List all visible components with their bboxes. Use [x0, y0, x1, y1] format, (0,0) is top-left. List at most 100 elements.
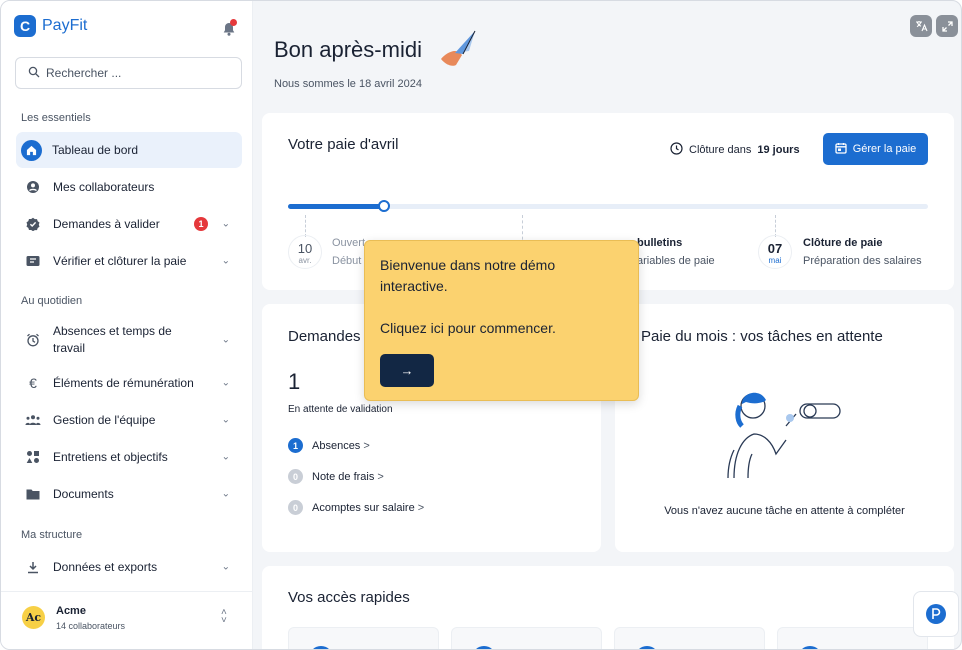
search-input[interactable]: Rechercher ...: [15, 57, 242, 89]
sidebar-item-exports[interactable]: Données et exports ⌄: [16, 549, 242, 585]
notifications-bell-icon[interactable]: [221, 19, 237, 37]
team-icon: [23, 410, 43, 430]
manage-payroll-button[interactable]: Gérer la paie: [823, 133, 928, 165]
request-label: Note de frais: [312, 470, 375, 483]
chevron-right-icon: >: [363, 439, 370, 452]
account-name: Acme: [56, 605, 86, 617]
request-row-absences[interactable]: 1 Absences >: [288, 438, 370, 453]
step-sub-close: Préparation des salaires: [803, 255, 922, 267]
quick-access-tile[interactable]: [451, 627, 602, 649]
sidebar-item-absences[interactable]: Absences et temps de travail ⌄: [16, 321, 242, 359]
chevron-down-icon[interactable]: ⌄: [222, 452, 230, 463]
sidebar-item-label: Vérifier et clôturer la paie: [53, 253, 187, 268]
empty-tasks-message: Vous n'avez aucune tâche en attente à co…: [664, 505, 905, 517]
brand[interactable]: C PayFit: [14, 15, 87, 37]
tooltip-line-3: Cliquez ici pour commencer.: [380, 320, 556, 336]
closing-prefix: Clôture dans: [689, 144, 752, 156]
sidebar-item-dashboard[interactable]: Tableau de bord: [16, 132, 242, 168]
avatar: Ac: [22, 606, 45, 629]
sidebar-item-collaborators[interactable]: Mes collaborateurs: [16, 169, 242, 205]
payroll-progress-fill: [288, 204, 384, 209]
sidebar-item-label: Données et exports: [53, 559, 158, 574]
download-icon: [23, 557, 43, 577]
payfit-logo-icon: C: [14, 15, 36, 37]
request-count-badge: 1: [288, 438, 303, 453]
quick-access-tile[interactable]: [288, 627, 439, 649]
step-title-close: Clôture de paie: [803, 237, 883, 249]
chevron-down-icon[interactable]: ⌄: [222, 415, 230, 426]
chevron-updown-icon[interactable]: ˄ ˅: [221, 608, 227, 626]
payfit-help-icon: [926, 604, 946, 624]
sidebar-item-label: Demandes à valider: [53, 216, 160, 231]
request-row-expenses[interactable]: 0 Note de frais >: [288, 469, 384, 484]
sidebar-item-reviews[interactable]: Entretiens et objectifs ⌄: [16, 439, 242, 475]
request-label: Acomptes sur salaire: [312, 501, 415, 514]
sidebar-item-label: Éléments de rémunération: [53, 375, 194, 390]
chevron-down-icon[interactable]: ⌄: [222, 256, 230, 267]
step-day: 07: [767, 241, 783, 256]
step-divider: [775, 215, 776, 237]
chevron-down-icon[interactable]: ⌄: [222, 562, 230, 573]
start-demo-button[interactable]: →: [380, 354, 434, 387]
paper-plane-illustration-icon: [437, 27, 481, 76]
tasks-card: Paie du mois : vos tâches en attente Vou…: [615, 304, 954, 552]
sidebar-item-label: Entretiens et objectifs: [53, 449, 168, 464]
quick-access-title: Vos accès rapides: [288, 589, 410, 606]
account-switcher[interactable]: Ac Acme 14 collaborateurs ˄ ˅: [1, 591, 253, 649]
tile-icon: [635, 646, 659, 649]
alarm-clock-icon: [23, 330, 43, 350]
sidebar-item-team[interactable]: Gestion de l'équipe ⌄: [16, 402, 242, 438]
tile-icon: [798, 646, 822, 649]
chevron-down-icon[interactable]: ⌄: [222, 489, 230, 500]
step-month: avr.: [298, 256, 312, 265]
tooltip-line-1: Bienvenue dans notre démo: [380, 257, 556, 273]
folder-icon: [23, 484, 43, 504]
section-label-daily: Au quotidien: [21, 295, 83, 307]
tasks-card-title: Paie du mois : vos tâches en attente: [641, 328, 883, 345]
check-badge-icon: [23, 214, 43, 234]
sidebar: C PayFit Rechercher ... Les essentiels T…: [1, 1, 253, 649]
step-month: mai: [768, 256, 782, 265]
requests-count: 1: [288, 369, 301, 394]
chevron-right-icon: >: [377, 470, 384, 483]
pending-label: En attente de validation: [288, 404, 393, 415]
manage-payroll-label: Gérer la paie: [852, 143, 917, 155]
sidebar-item-payroll-close[interactable]: Vérifier et clôturer la paie ⌄: [16, 243, 242, 279]
clock-icon: [670, 142, 683, 158]
payroll-progress-knob[interactable]: [378, 200, 390, 212]
step-day: 10: [297, 241, 313, 256]
calendar-icon: [835, 142, 847, 157]
step-date-open: 10 avr.: [288, 235, 322, 269]
sidebar-item-compensation[interactable]: € Éléments de rémunération ⌄: [16, 365, 242, 401]
ticket-icon: [23, 251, 43, 271]
account-subtitle: 14 collaborateurs: [56, 621, 126, 631]
payroll-card-title: Votre paie d'avril: [288, 136, 399, 153]
search-placeholder: Rechercher ...: [46, 66, 122, 80]
chevron-down-icon[interactable]: ⌄: [222, 378, 230, 389]
chevron-down-icon[interactable]: ⌄: [222, 335, 230, 346]
notification-dot: [230, 19, 237, 26]
quick-access-tile[interactable]: [614, 627, 765, 649]
person-with-toggle-illustration-icon: [720, 382, 850, 483]
step-sub-payslips: ariables de paie: [637, 255, 715, 267]
pending-count-badge: 1: [194, 217, 208, 231]
help-chat-button[interactable]: [913, 591, 959, 637]
sidebar-item-label: Mes collaborateurs: [53, 179, 155, 194]
expand-icon[interactable]: [936, 15, 958, 37]
tile-icon: [309, 646, 333, 649]
section-label-essentials: Les essentiels: [21, 112, 91, 124]
chevron-right-icon: >: [417, 501, 425, 514]
step-sub-open: Début: [332, 255, 362, 267]
demo-welcome-tooltip: Bienvenue dans notre démo interactive. C…: [364, 240, 639, 401]
sidebar-item-documents[interactable]: Documents ⌄: [16, 476, 242, 512]
request-count-badge: 0: [288, 469, 303, 484]
translate-icon[interactable]: [910, 15, 932, 37]
request-row-advances[interactable]: 0 Acomptes sur salaire >: [288, 500, 424, 515]
sidebar-item-label: Tableau de bord: [52, 142, 139, 157]
section-label-structure: Ma structure: [21, 529, 83, 541]
sidebar-item-requests[interactable]: Demandes à valider 1 ⌄: [16, 206, 242, 242]
quick-access-tile[interactable]: [777, 627, 928, 649]
chevron-down-icon[interactable]: ⌄: [222, 219, 230, 230]
euro-icon: €: [29, 375, 37, 391]
step-date-close: 07 mai: [758, 235, 792, 269]
